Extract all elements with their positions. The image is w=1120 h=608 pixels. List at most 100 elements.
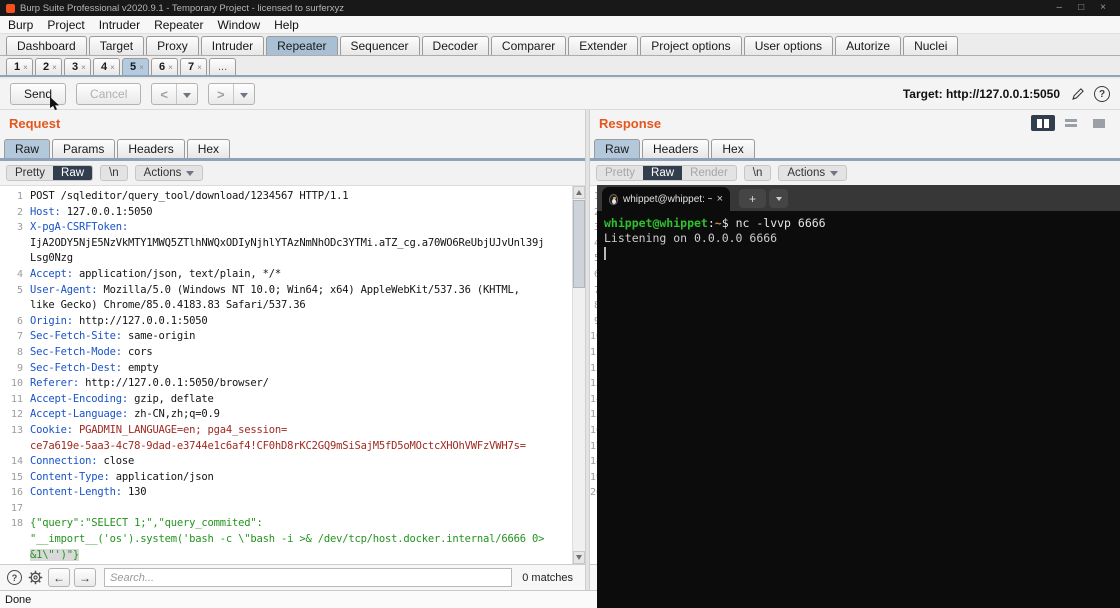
terminal-tab-close-icon[interactable]: × (717, 193, 723, 205)
request-title: Request (9, 116, 60, 131)
repeater-tab-2[interactable]: 2× (35, 58, 62, 75)
terminal-tab-dropdown-button[interactable] (769, 189, 788, 208)
raw-button[interactable]: Raw (643, 166, 682, 180)
main-tab-autorize[interactable]: Autorize (835, 36, 901, 55)
line-number: 12 (0, 407, 30, 423)
request-tab-headers[interactable]: Headers (117, 139, 184, 158)
terminal-new-tab-button[interactable]: + (739, 189, 766, 208)
tab-close-icon[interactable]: × (139, 63, 144, 72)
main-tab-repeater[interactable]: Repeater (266, 36, 337, 55)
main-tab-extender[interactable]: Extender (568, 36, 638, 55)
close-icon[interactable]: × (1100, 3, 1106, 13)
newline-toggle-button[interactable]: \n (745, 166, 771, 180)
tab-close-icon[interactable]: × (23, 63, 28, 72)
main-tab-decoder[interactable]: Decoder (422, 36, 489, 55)
line-text: like Gecko) Chrome/85.0.4183.83 Safari/5… (30, 298, 305, 314)
send-button[interactable]: Send (10, 83, 66, 105)
single-layout-button[interactable] (1087, 115, 1111, 131)
minimize-icon[interactable]: – (1057, 3, 1063, 13)
request-search-bar: ? ← → 0 matches (0, 564, 585, 590)
request-scrollbar[interactable] (572, 186, 585, 564)
edit-target-button[interactable] (1068, 85, 1086, 103)
main-tab-nuclei[interactable]: Nuclei (903, 36, 958, 55)
repeater-tab-overflow[interactable]: ... (209, 58, 236, 75)
menu-window[interactable]: Window (217, 18, 260, 32)
main-tab-user-options[interactable]: User options (744, 36, 833, 55)
search-next-button[interactable]: → (74, 568, 96, 587)
newline-toggle-button[interactable]: \n (101, 166, 127, 180)
tab-close-icon[interactable]: × (110, 63, 115, 72)
search-previous-button[interactable]: ← (48, 568, 70, 587)
request-tab-params[interactable]: Params (52, 139, 115, 158)
repeater-tab-bar: 1×2×3×4×5×6×7×... (0, 56, 1120, 77)
request-line: ce7a619e-5aa3-4c78-9dad-e3744e1c6af4!CF0… (0, 439, 585, 455)
render-button[interactable]: Render (682, 166, 736, 180)
scroll-up-button[interactable] (573, 186, 585, 199)
line-number: 17 (0, 501, 30, 517)
rows-layout-button[interactable] (1059, 115, 1083, 131)
request-line: Lsg0Nzg (0, 251, 585, 267)
terminal-body[interactable]: whippet@whippet:~$ nc -lvvp 6666Listenin… (597, 211, 1120, 608)
next-response-button[interactable]: > (208, 83, 255, 105)
previous-response-button[interactable]: < (151, 83, 198, 105)
menu-project[interactable]: Project (47, 18, 84, 32)
terminal-tab[interactable]: whippet@whippet: ~ × (602, 187, 730, 211)
maximize-icon[interactable]: □ (1078, 3, 1084, 13)
tab-close-icon[interactable]: × (81, 63, 86, 72)
menu-bar: Burp Project Intruder Repeater Window Help (0, 16, 1120, 34)
request-line: 6Origin: http://127.0.0.1:5050 (0, 314, 585, 330)
response-tab-raw[interactable]: Raw (594, 139, 640, 158)
main-tab-dashboard[interactable]: Dashboard (6, 36, 87, 55)
menu-help[interactable]: Help (274, 18, 299, 32)
response-header: Response (590, 110, 1120, 136)
pretty-button[interactable]: Pretty (597, 166, 643, 180)
next-dropdown[interactable] (234, 85, 254, 103)
previous-dropdown[interactable] (177, 85, 197, 103)
line-text: Cookie: PGADMIN_LANGUAGE=en; pga4_sessio… (30, 423, 287, 439)
main-tab-target[interactable]: Target (89, 36, 144, 55)
pretty-button[interactable]: Pretty (7, 166, 53, 180)
main-tab-sequencer[interactable]: Sequencer (340, 36, 420, 55)
line-text: IjA2ODY5NjE5NzVkMTY1MWQ5ZTlhNWQxODIyNjhl… (30, 236, 544, 252)
help-icon[interactable]: ? (1094, 86, 1110, 102)
columns-layout-button[interactable] (1031, 115, 1055, 131)
main-tab-comparer[interactable]: Comparer (491, 36, 566, 55)
repeater-tab-3[interactable]: 3× (64, 58, 91, 75)
repeater-tab-1[interactable]: 1× (6, 58, 33, 75)
main-tab-project-options[interactable]: Project options (640, 36, 741, 55)
response-tab-bar: RawHeadersHex (590, 136, 1120, 158)
response-tab-headers[interactable]: Headers (642, 139, 709, 158)
menu-burp[interactable]: Burp (8, 18, 33, 32)
line-number: 9 (0, 361, 30, 377)
response-toolbar: Pretty Raw Render \n Actions (590, 161, 1120, 186)
main-tab-bar: DashboardTargetProxyIntruderRepeaterSequ… (0, 34, 1120, 56)
repeater-tab-5[interactable]: 5× (122, 58, 149, 75)
line-text: Sec-Fetch-Site: same-origin (30, 329, 195, 345)
repeater-tab-7[interactable]: 7× (180, 58, 207, 75)
scroll-down-button[interactable] (573, 551, 585, 564)
actions-button[interactable]: Actions (136, 166, 203, 180)
menu-repeater[interactable]: Repeater (154, 18, 203, 32)
actions-button[interactable]: Actions (779, 166, 846, 180)
tab-close-icon[interactable]: × (197, 63, 202, 72)
request-tab-hex[interactable]: Hex (187, 139, 230, 158)
raw-button[interactable]: Raw (53, 166, 92, 180)
cancel-button[interactable]: Cancel (76, 83, 141, 105)
main-tab-intruder[interactable]: Intruder (201, 36, 264, 55)
caret-down-icon (183, 93, 191, 98)
search-settings-button[interactable] (27, 569, 44, 586)
scrollbar-thumb[interactable] (573, 200, 585, 288)
tab-close-icon[interactable]: × (52, 63, 57, 72)
repeater-tab-4[interactable]: 4× (93, 58, 120, 75)
request-editor[interactable]: 1POST /sqleditor/query_tool/download/123… (0, 186, 585, 564)
main-tab-proxy[interactable]: Proxy (146, 36, 199, 55)
line-text: Origin: http://127.0.0.1:5050 (30, 314, 208, 330)
response-tab-hex[interactable]: Hex (711, 139, 754, 158)
search-input[interactable] (104, 568, 512, 587)
repeater-tab-6[interactable]: 6× (151, 58, 178, 75)
request-tab-raw[interactable]: Raw (4, 139, 50, 158)
tab-close-icon[interactable]: × (168, 63, 173, 72)
request-line: 1POST /sqleditor/query_tool/download/123… (0, 189, 585, 205)
menu-intruder[interactable]: Intruder (99, 18, 140, 32)
search-help-icon[interactable]: ? (7, 570, 22, 585)
